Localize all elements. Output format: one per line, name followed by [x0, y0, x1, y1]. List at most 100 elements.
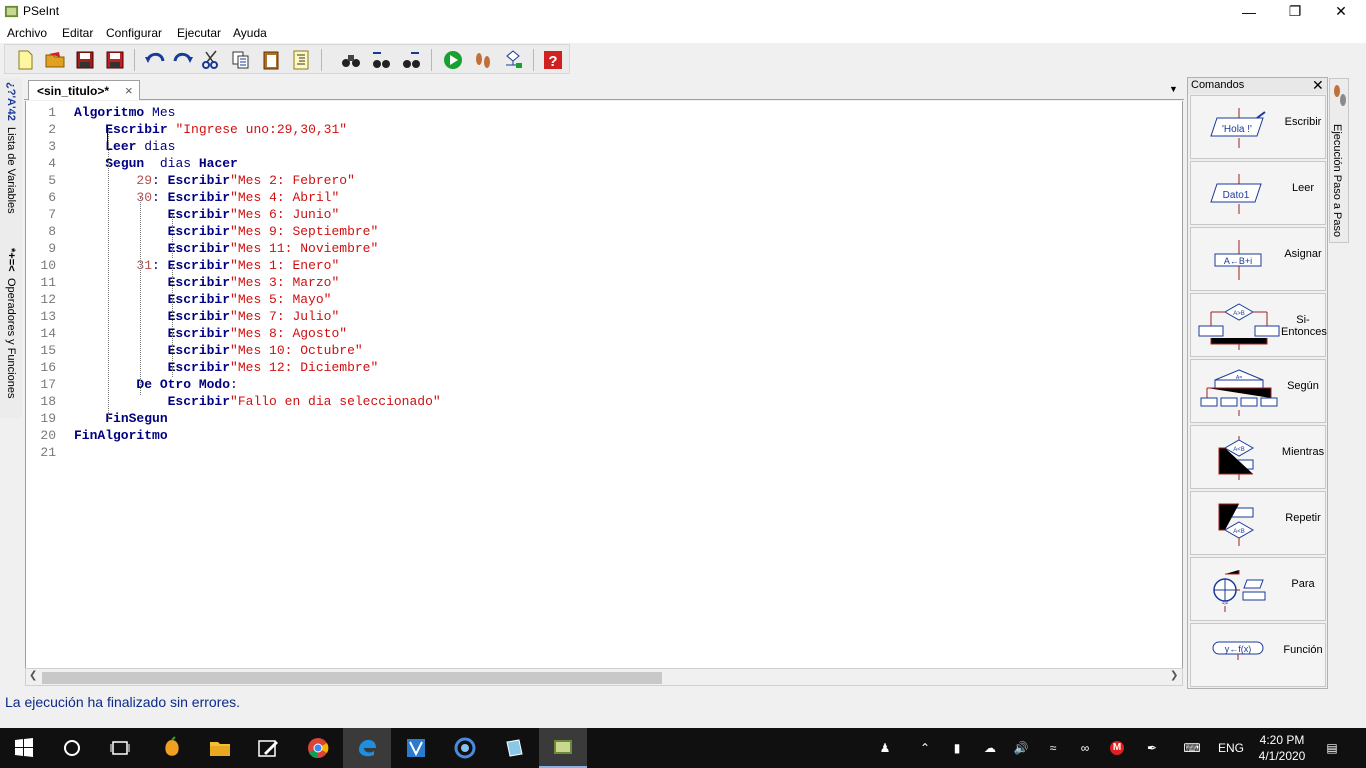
help-button[interactable]: ?: [541, 48, 565, 72]
file-tab[interactable]: <sin_titulo>* ×: [28, 80, 140, 100]
start-button[interactable]: [0, 728, 48, 768]
command-label: Repetir: [1285, 512, 1321, 524]
search-next-button[interactable]: [399, 48, 423, 72]
code-line: Escribir "Ingrese uno:29,30,31": [74, 122, 347, 137]
volume-icon[interactable]: 🔊: [1010, 728, 1032, 768]
taskbar-fl-studio[interactable]: [148, 728, 196, 768]
horizontal-scrollbar[interactable]: ❮ ❯: [25, 668, 1183, 686]
taskbar-app-circle[interactable]: [441, 728, 489, 768]
taskbar-app-lightning[interactable]: [392, 728, 440, 768]
people-icon[interactable]: ♟: [872, 728, 898, 768]
toolbar-separator: [134, 49, 135, 71]
menu-ejecutar[interactable]: Ejecutar: [177, 26, 221, 40]
code-token: FinAlgoritmo: [74, 428, 168, 443]
keyboard-icon[interactable]: ⌨: [1178, 728, 1206, 768]
code-token: 31: [136, 258, 153, 273]
command-asignar[interactable]: A←B+i Asignar: [1190, 227, 1326, 291]
menu-ayuda[interactable]: Ayuda: [233, 26, 267, 40]
menu-editar[interactable]: Editar: [62, 26, 93, 40]
new-file-button[interactable]: [13, 48, 37, 72]
show-hidden-icons-icon[interactable]: ⌃: [914, 728, 936, 768]
task-view-button[interactable]: [96, 728, 144, 768]
glass-pane-icon: [506, 739, 523, 757]
copy-button[interactable]: [229, 48, 253, 72]
command-funcion[interactable]: y←f(x) Función: [1190, 623, 1326, 687]
open-file-button[interactable]: [43, 48, 67, 72]
indent-button[interactable]: [289, 48, 313, 72]
maximize-button[interactable]: ❐: [1272, 0, 1318, 23]
tab-close-icon[interactable]: ×: [125, 83, 133, 98]
code-line: Escribir"Mes 8: Agosto": [74, 326, 347, 341]
command-si-entonces[interactable]: A>B Si-Entonces: [1190, 293, 1327, 357]
assign-command-icon: A←B+i: [1214, 240, 1262, 280]
taskbar-pseint[interactable]: [539, 728, 587, 768]
if-then-command-icon: A>B: [1198, 303, 1280, 350]
variables-glyph-icon: ¿?'A'42: [5, 82, 17, 121]
command-label: Escribir: [1284, 116, 1322, 128]
battery-icon[interactable]: ▮: [946, 728, 968, 768]
code-line: 30: Escribir"Mes 4: Abril": [74, 190, 339, 205]
code-token: Escribir: [167, 343, 231, 358]
code-token: "Mes 8: Agosto": [230, 326, 348, 341]
search-previous-button[interactable]: [369, 48, 393, 72]
code-token: "Mes 4: Abril": [230, 190, 340, 205]
command-escribir[interactable]: 'Hola !' Escribir: [1190, 95, 1326, 159]
taskbar-app-glass[interactable]: [490, 728, 538, 768]
scroll-right-arrow-icon[interactable]: ❯: [1170, 670, 1178, 681]
search-button[interactable]: [339, 48, 363, 72]
save-as-button[interactable]: [103, 48, 127, 72]
run-button[interactable]: [441, 48, 465, 72]
taskbar-edge[interactable]: [343, 728, 391, 768]
antivirus-icon[interactable]: M: [1106, 728, 1128, 768]
command-para[interactable]: 1|2 Para: [1190, 557, 1326, 621]
language-indicator[interactable]: ENG: [1214, 728, 1248, 768]
wifi-icon[interactable]: ≈: [1042, 728, 1064, 768]
network-icon[interactable]: ∞: [1074, 728, 1096, 768]
repeat-icon-text: A<B: [1233, 529, 1245, 535]
code-line: Escribir"Mes 5: Mayo": [74, 292, 332, 307]
step-button[interactable]: [471, 48, 495, 72]
code-token: Escribir: [167, 258, 231, 273]
pen-workspace-icon[interactable]: ✒: [1140, 728, 1164, 768]
help-icon: ?: [544, 51, 562, 70]
notifications-icon[interactable]: ▤: [1318, 728, 1346, 768]
circular-app-icon: [454, 737, 476, 759]
code-token: "Mes 10: Octubre": [230, 343, 363, 358]
taskbar-editor-app[interactable]: [244, 728, 292, 768]
variables-list-tab[interactable]: ¿?'A'42 Lista de Variables: [1, 82, 21, 232]
commands-panel-title: Comandos: [1191, 79, 1245, 91]
code-editor[interactable]: 1 2 3 4 5 6 7 8 9 10 11 12 13 14 15 16 17 18 19 20 21 Algori…: [25, 101, 1183, 668]
menu-archivo[interactable]: Archivo: [7, 26, 47, 40]
line-number: 18: [40, 394, 56, 409]
line-number: 20: [40, 428, 56, 443]
code-token: Mes: [144, 105, 176, 120]
command-mientras[interactable]: A<B Mientras: [1190, 425, 1326, 489]
tab-list-dropdown-icon[interactable]: ▼: [1169, 84, 1178, 94]
clock[interactable]: 4:20 PM 4/1/2020: [1252, 728, 1312, 768]
flowchart-button[interactable]: [501, 48, 525, 72]
command-leer[interactable]: Dato1 Leer: [1190, 161, 1326, 225]
save-button[interactable]: [73, 48, 97, 72]
menu-configurar[interactable]: Configurar: [106, 26, 162, 40]
command-segun[interactable]: A= Según: [1190, 359, 1326, 423]
scroll-left-arrow-icon[interactable]: ❮: [29, 670, 37, 681]
taskbar-file-explorer[interactable]: [196, 728, 244, 768]
taskbar-chrome[interactable]: [294, 728, 342, 768]
paste-button[interactable]: [259, 48, 283, 72]
search-button[interactable]: [48, 728, 96, 768]
commands-close-icon[interactable]: ✕: [1312, 77, 1324, 94]
undo-button[interactable]: [143, 48, 167, 72]
command-repetir[interactable]: A<B Repetir: [1190, 491, 1326, 555]
close-button[interactable]: ✕: [1318, 0, 1364, 23]
operators-functions-tab[interactable]: *+=< Operadores y Funciones: [1, 248, 21, 418]
scroll-thumb[interactable]: [42, 672, 662, 684]
minimize-button[interactable]: —: [1226, 0, 1272, 23]
edit-document-icon: [258, 740, 278, 757]
title-bar: PSeInt — ❐ ✕: [0, 0, 1366, 23]
redo-button[interactable]: [171, 48, 195, 72]
onedrive-cloud-icon[interactable]: ☁: [978, 728, 1002, 768]
cut-button[interactable]: [199, 48, 223, 72]
